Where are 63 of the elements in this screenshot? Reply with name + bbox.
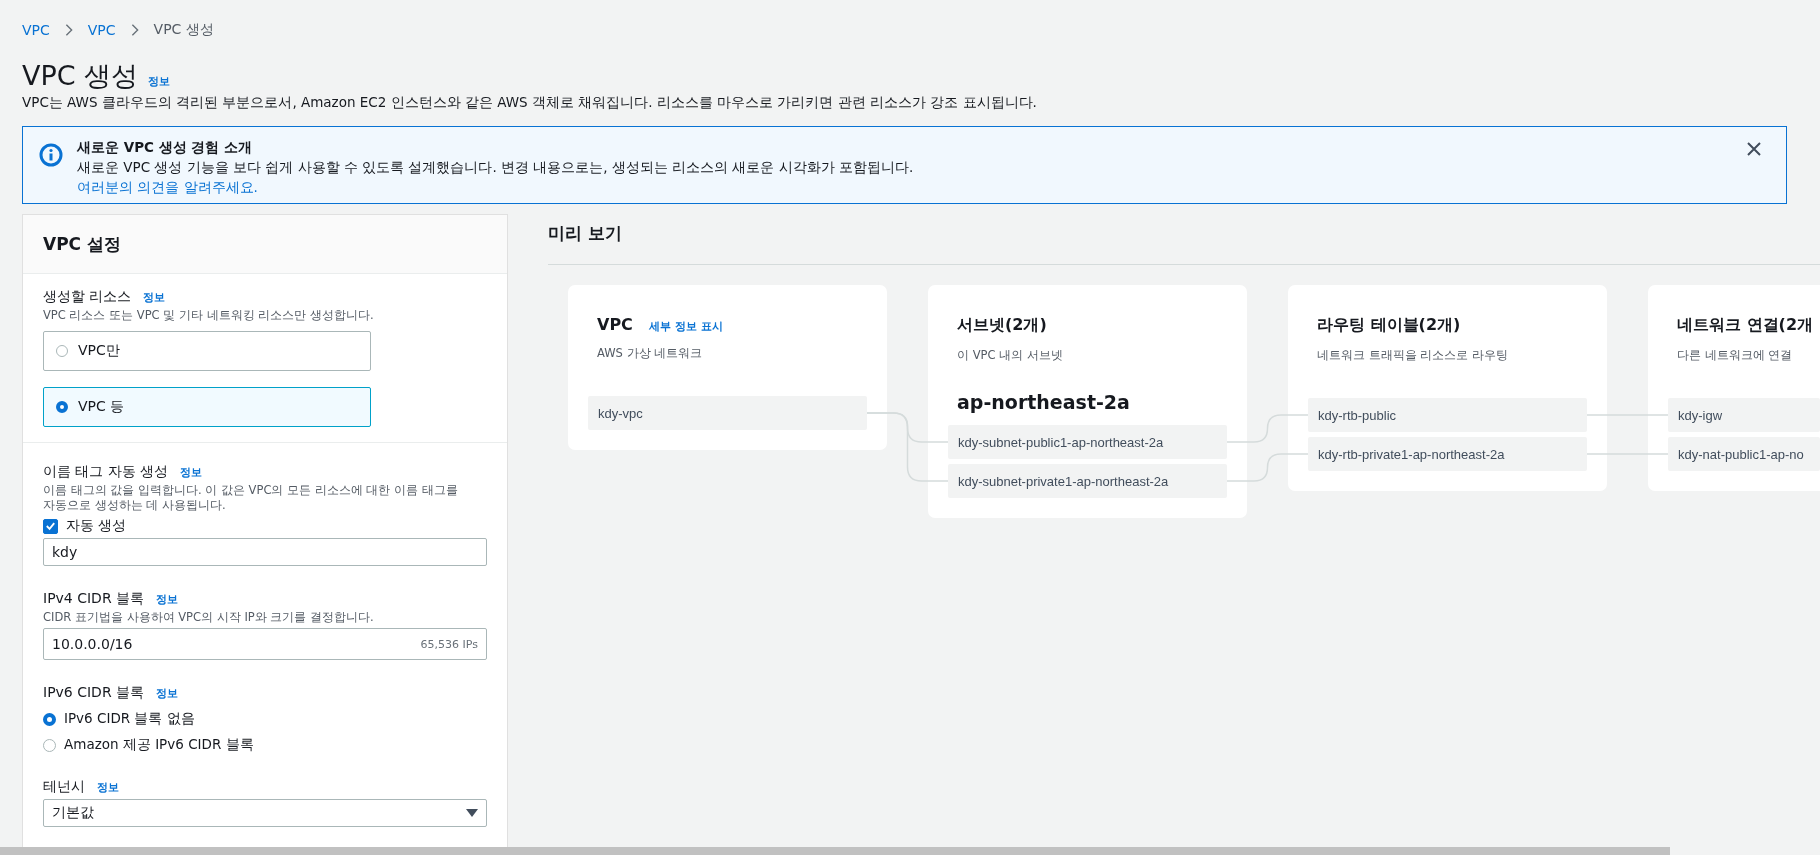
radio-label: IPv6 CIDR 블록 없음 xyxy=(64,710,195,728)
field-description: VPC 리소스 또는 VPC 및 기타 네트워킹 리소스만 생성합니다. xyxy=(43,308,375,323)
option-tile[interactable]: VPC 등 xyxy=(43,387,371,427)
page-title: VPC 생성 xyxy=(22,60,139,92)
resource-item[interactable]: kdy-subnet-private1-ap-northeast-2a xyxy=(948,464,1227,498)
cidr-field[interactable]: 10.0.0.0/16 65,536 IPs xyxy=(43,628,487,660)
details-link[interactable]: 세부 정보 표시 xyxy=(648,319,723,334)
preview-title: 미리 보기 xyxy=(548,222,623,245)
alert-title: 새로운 VPC 생성 경험 소개 xyxy=(77,138,254,157)
info-icon xyxy=(39,143,63,167)
feedback-link[interactable]: 여러분의 의견을 알려주세요. xyxy=(77,177,258,197)
field-label: IPv4 CIDR 블록 xyxy=(43,590,145,608)
checkbox-label: 자동 생성 xyxy=(66,517,127,535)
field-description: CIDR 표기법을 사용하여 VPC의 시작 IP와 크기를 결정합니다. xyxy=(43,610,375,625)
info-link[interactable]: 정보 xyxy=(156,686,179,701)
card-subtitle: 이 VPC 내의 서브넷 xyxy=(956,348,1064,363)
option-label: VPC만 xyxy=(78,342,120,360)
card-title: 라우팅 테이블(2개) xyxy=(1317,315,1461,336)
field-label: 생성할 리소스 xyxy=(43,288,132,306)
resource-item[interactable]: kdy-rtb-private1-ap-northeast-2a xyxy=(1308,437,1587,471)
card-title: 서브넷(2개) xyxy=(957,315,1047,336)
info-link[interactable]: 정보 xyxy=(156,592,179,607)
checkbox[interactable] xyxy=(43,518,58,534)
radio-label: Amazon 제공 IPv6 CIDR 블록 xyxy=(64,736,254,754)
card-subtitle: 다른 네트워크에 연결 xyxy=(1676,348,1794,363)
zone-label: ap-northeast-2a xyxy=(956,391,1131,413)
field-description: 이름 태그의 값을 입력합니다. 이 값은 VPC의 모든 리소스에 대한 이름 태그를 자동으로 생성하는 데 사용됩니다. xyxy=(43,483,459,513)
radio-button[interactable] xyxy=(43,712,56,726)
option-label: VPC 등 xyxy=(78,398,125,416)
resource-item[interactable]: kdy-subnet-public1-ap-northeast-2a xyxy=(948,425,1227,459)
info-link[interactable]: 정보 xyxy=(148,74,171,89)
field-label: IPv6 CIDR 블록 xyxy=(43,684,145,702)
tenancy-select[interactable]: 기본값 xyxy=(43,799,487,827)
panel-title: VPC 설정 xyxy=(43,232,121,256)
radio-button[interactable] xyxy=(43,738,56,752)
card-title: VPC xyxy=(597,315,633,334)
resource-item[interactable]: kdy-igw xyxy=(1668,398,1820,432)
info-link[interactable]: 정보 xyxy=(180,465,203,480)
breadcrumb-current: VPC 생성 xyxy=(153,21,214,39)
field-label: 테넌시 xyxy=(43,778,85,796)
info-link[interactable]: 정보 xyxy=(97,780,119,795)
breadcrumb-link[interactable]: VPC xyxy=(22,22,50,38)
resource-item[interactable]: kdy-nat-public1-ap-no xyxy=(1668,437,1820,471)
card-title: 네트워크 연결(2개 xyxy=(1677,315,1813,336)
ip-count: 65,536 IPs xyxy=(420,637,478,651)
page-description: VPC는 AWS 클라우드의 격리된 부분으로서, Amazon EC2 인스턴스와 같은 AWS 객체로 채워집니다. 리소스를 마우스로 가리키면 관련 리소스가 강조 표시됩니다. xyxy=(22,94,1038,112)
resource-item[interactable]: kdy-vpc xyxy=(588,396,867,430)
radio-icon xyxy=(56,401,68,413)
option-tile[interactable]: VPC만 xyxy=(43,331,371,371)
radio-icon xyxy=(56,345,68,357)
card-subtitle: 네트워크 트래픽을 리소스로 라우팅 xyxy=(1316,348,1509,363)
breadcrumb-link[interactable]: VPC xyxy=(87,22,116,38)
name-tag-field[interactable]: kdy xyxy=(43,538,487,566)
field-label: 이름 태그 자동 생성 xyxy=(43,463,169,481)
card-subtitle: AWS 가상 네트워크 xyxy=(596,346,704,361)
caret-down-icon xyxy=(466,809,478,817)
resource-item[interactable]: kdy-rtb-public xyxy=(1308,398,1587,432)
chevron-right-icon xyxy=(129,23,140,37)
chevron-right-icon xyxy=(63,23,74,37)
alert-message: 새로운 VPC 생성 기능을 보다 쉽게 사용할 수 있도록 설계했습니다. 변경 내용으로는, 생성되는 리소스의 새로운 시각화가 포함됩니다. xyxy=(77,158,915,177)
info-link[interactable]: 정보 xyxy=(143,290,166,305)
close-icon xyxy=(1746,141,1762,157)
horizontal-scrollbar[interactable] xyxy=(0,847,1670,855)
